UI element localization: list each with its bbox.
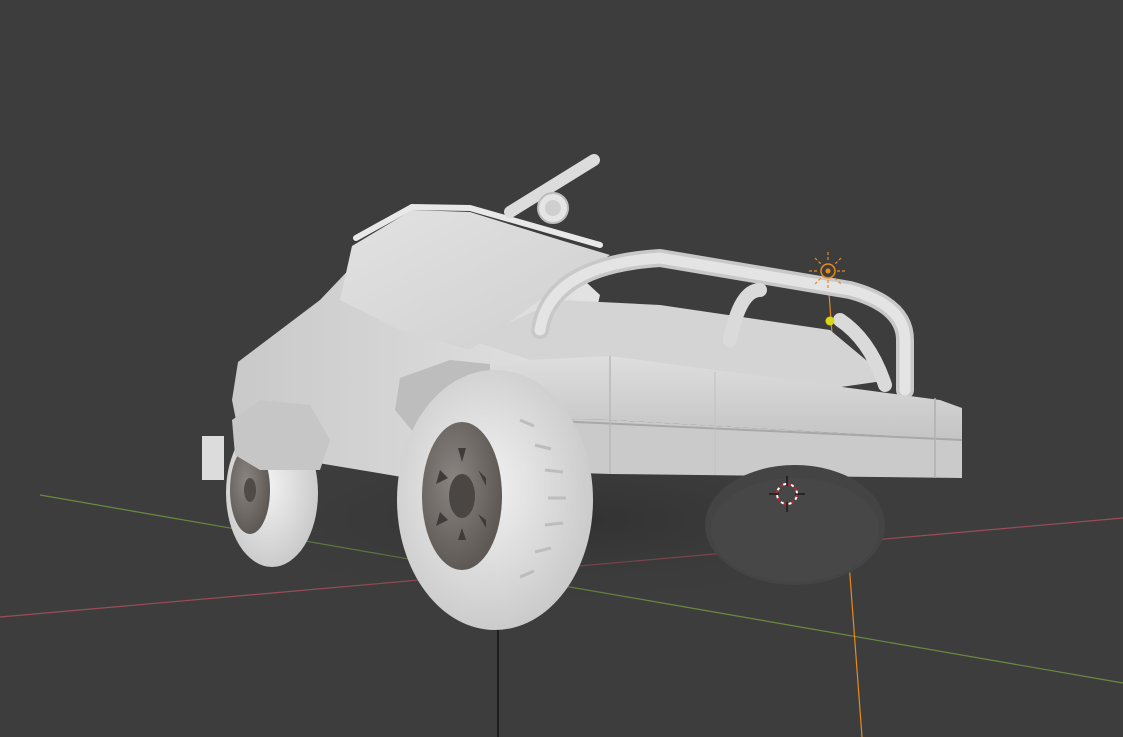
front-right-tire (705, 465, 885, 585)
front-left-tire (397, 370, 593, 630)
rear-hitch (202, 436, 224, 480)
object-origin-dot (825, 316, 835, 326)
3d-viewport[interactable] (0, 0, 1123, 737)
roof-spotlight (504, 154, 600, 224)
